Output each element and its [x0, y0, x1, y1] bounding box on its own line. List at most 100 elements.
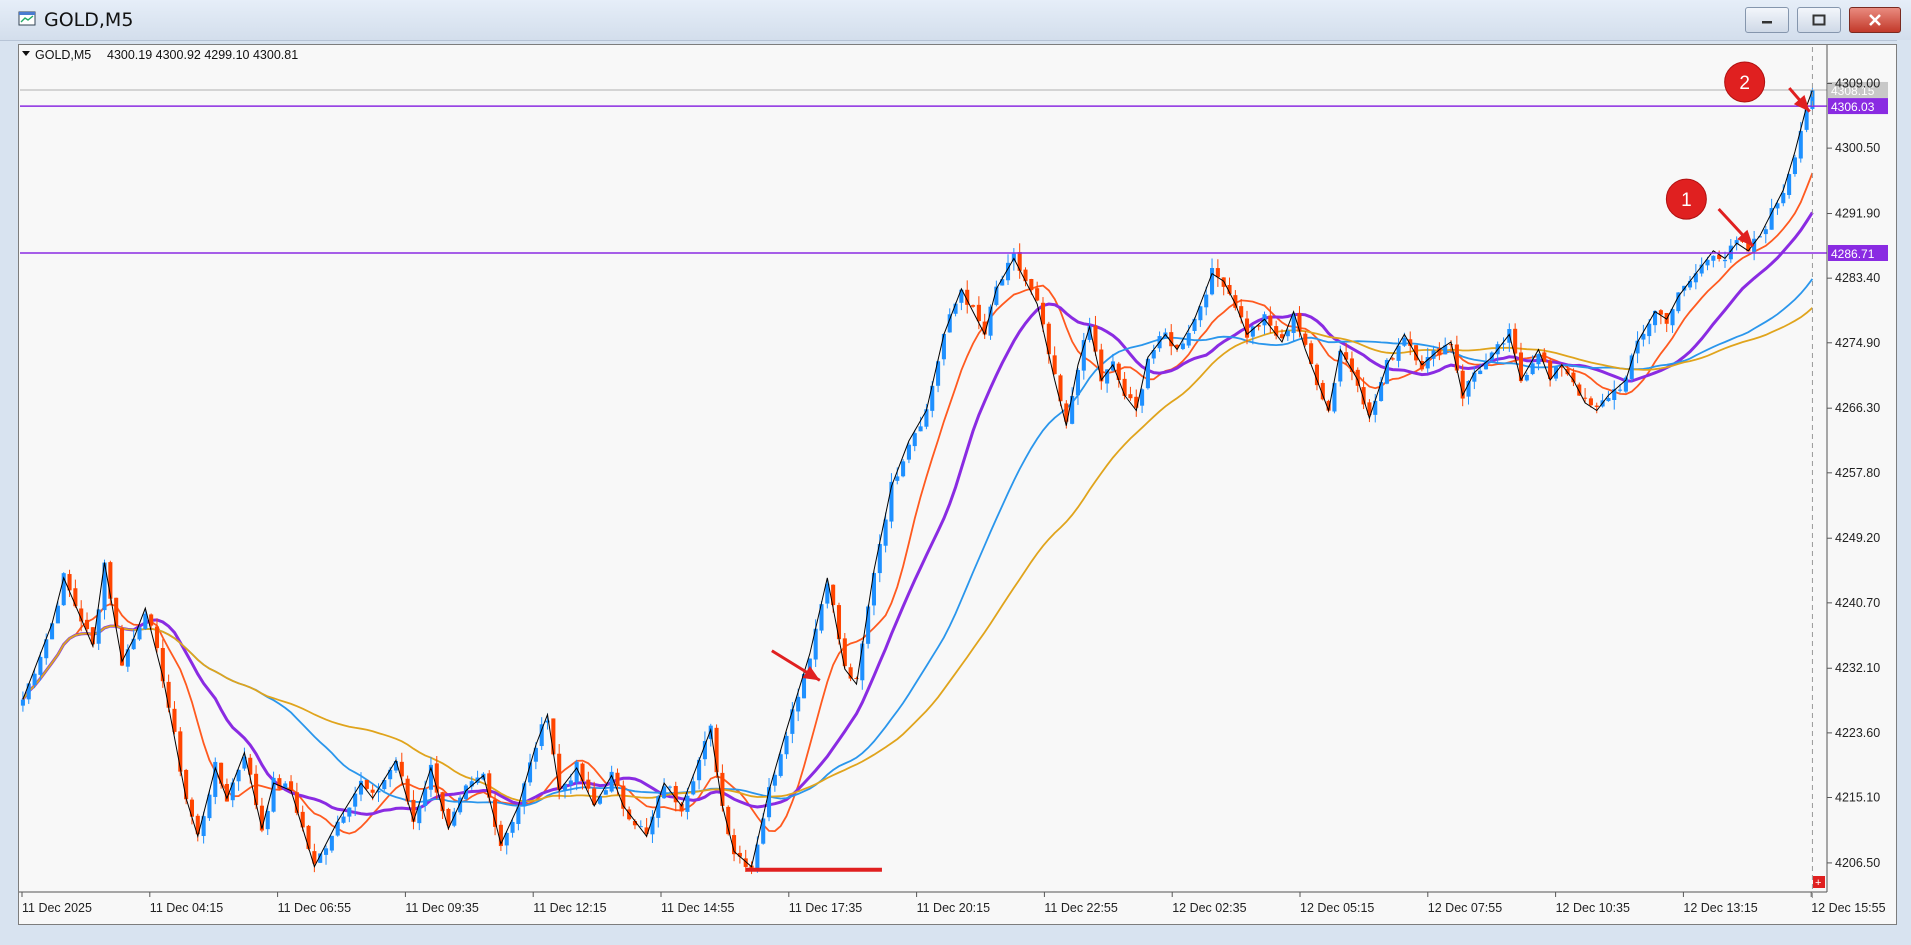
candle — [901, 459, 906, 478]
candle — [1093, 315, 1098, 356]
symbol-header: GOLD,M5 — [35, 48, 91, 62]
candle-body — [906, 444, 911, 460]
candle-body — [1000, 279, 1005, 286]
candle-body — [1297, 313, 1302, 332]
time-tick-label: 11 Dec 17:35 — [789, 901, 862, 915]
candle-body — [790, 709, 795, 734]
candle — [26, 682, 31, 704]
candle-body — [1099, 349, 1104, 382]
candle-body — [918, 426, 923, 432]
candle — [312, 843, 317, 873]
minimize-button[interactable] — [1745, 7, 1789, 33]
candle — [1349, 351, 1354, 381]
moving-average-line — [22, 172, 1814, 835]
candle-body — [1524, 374, 1529, 381]
candle-body — [1373, 400, 1378, 415]
maximize-icon — [1812, 14, 1826, 26]
price-tick-label: 4274.90 — [1835, 336, 1880, 350]
candle-body — [230, 782, 235, 801]
candle-body — [131, 638, 136, 650]
candle-body — [1606, 397, 1611, 402]
candle-body — [1344, 352, 1349, 360]
candle-body — [1618, 389, 1623, 391]
candle — [941, 333, 946, 366]
candle — [1052, 346, 1057, 375]
close-button[interactable] — [1849, 7, 1901, 33]
time-tick-label: 12 Dec 15:55 — [1811, 901, 1885, 915]
candle — [475, 770, 480, 785]
price-tick-label: 4232.10 — [1835, 661, 1880, 675]
chart-area[interactable]: 4306.03 4286.71 4308.15 12 4309.00 4300.50 4… — [18, 44, 1897, 925]
price-chart[interactable]: 4306.034286.714308.15 12 4309.004300.504… — [19, 45, 1896, 924]
collapse-triangle-icon[interactable] — [22, 51, 30, 56]
candle-body — [1180, 343, 1185, 350]
candle — [1460, 364, 1465, 407]
candle-body — [84, 619, 90, 630]
candle-body — [1722, 259, 1728, 262]
candle-body — [924, 409, 929, 427]
candle-body — [306, 825, 311, 849]
candle — [125, 644, 130, 672]
candle-body — [586, 779, 591, 789]
candle — [1262, 311, 1267, 335]
candle-body — [143, 613, 148, 629]
candle — [580, 762, 585, 790]
candle-body — [1530, 363, 1535, 375]
candle-body — [370, 789, 375, 793]
candle-body — [1029, 279, 1034, 291]
time-tick-label: 12 Dec 07:55 — [1428, 901, 1502, 915]
candle — [1641, 324, 1646, 347]
candle-body — [1384, 359, 1389, 384]
candle-body — [364, 779, 369, 789]
candle — [697, 757, 702, 790]
candle — [691, 774, 696, 796]
candle-body — [1769, 208, 1774, 230]
candle — [726, 805, 731, 836]
candle-body — [1303, 333, 1308, 345]
candle-body — [685, 795, 690, 812]
candle — [1612, 380, 1617, 410]
candle — [1763, 225, 1768, 244]
candle-body — [1478, 370, 1483, 375]
candle — [67, 569, 72, 597]
scroll-end-marker[interactable]: + — [1813, 876, 1825, 889]
candle — [883, 512, 888, 553]
moving-average-line — [22, 307, 1813, 803]
candle-body — [184, 769, 189, 800]
price-tick-label: 4266.30 — [1835, 401, 1880, 415]
candle-body — [1186, 333, 1191, 346]
candle — [1204, 286, 1209, 316]
price-tick-label: 4257.80 — [1835, 466, 1880, 480]
candle — [790, 702, 795, 744]
candle-body — [1035, 288, 1040, 301]
window-title: GOLD,M5 — [44, 9, 134, 31]
candle-body — [388, 769, 393, 780]
candle — [1198, 306, 1203, 327]
candle — [329, 835, 334, 853]
candle-body — [1052, 355, 1057, 375]
candle — [411, 790, 416, 830]
candle-body — [73, 588, 78, 607]
candle-body — [32, 673, 37, 686]
candle-body — [1763, 229, 1768, 235]
marker-label: + — [1815, 877, 1821, 889]
time-tick-label: 11 Dec 14:55 — [661, 901, 734, 915]
time-tick-label: 11 Dec 12:15 — [533, 901, 606, 915]
candle — [737, 845, 742, 864]
time-tick-label: 12 Dec 05:15 — [1300, 901, 1374, 915]
candle-body — [1105, 369, 1110, 384]
time-tick-label: 11 Dec 20:15 — [917, 901, 990, 915]
price-tick-label: 4291.90 — [1835, 207, 1880, 221]
time-tick-label: 12 Dec 10:35 — [1556, 901, 1630, 915]
price-tick-label: 4283.40 — [1835, 271, 1880, 285]
candle-body — [1379, 381, 1384, 401]
candle-body — [1711, 255, 1716, 261]
candle-body — [667, 786, 672, 788]
window-titlebar: GOLD,M5 — [0, 0, 1911, 41]
price-tick-label: 4300.50 — [1835, 141, 1880, 155]
time-tick-label: 11 Dec 04:15 — [150, 901, 223, 915]
candle-body — [971, 305, 976, 307]
maximize-button[interactable] — [1797, 7, 1841, 33]
candle — [1693, 264, 1698, 290]
candle — [1244, 310, 1250, 345]
